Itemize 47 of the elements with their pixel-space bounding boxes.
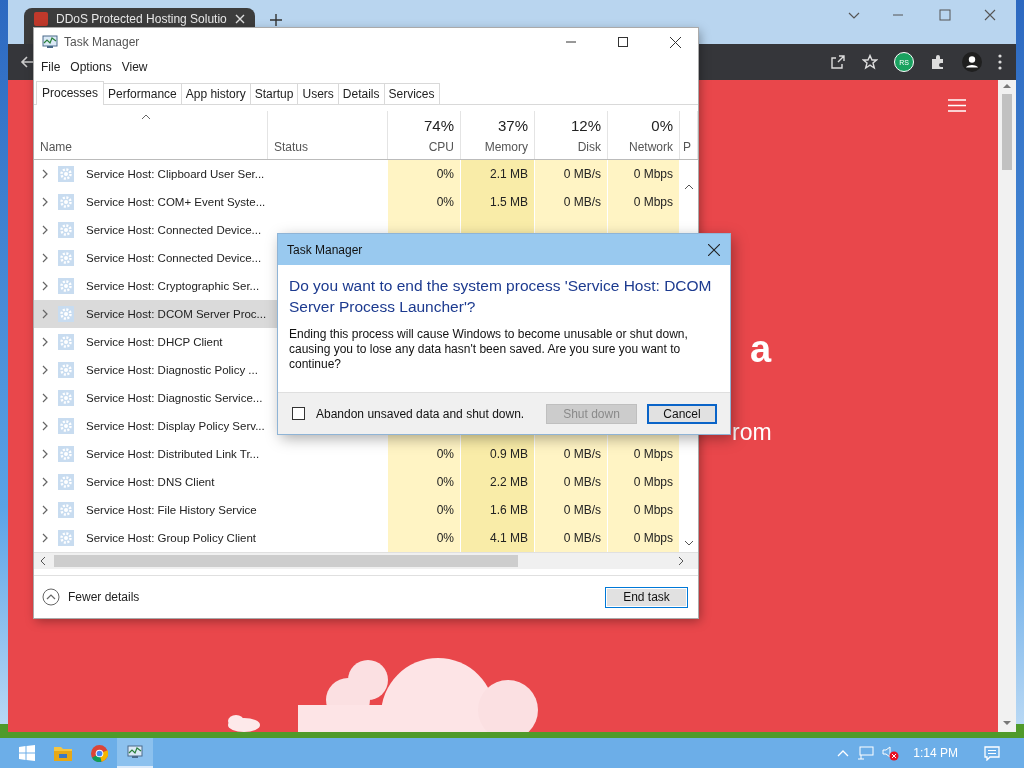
dialog-title: Task Manager bbox=[287, 242, 363, 257]
process-name: Service Host: Distributed Link Tr... bbox=[86, 448, 260, 460]
table-cell: 4.1 MB bbox=[490, 531, 528, 545]
usage-reading: 0% bbox=[651, 117, 673, 134]
dialog-heading: Do you want to end the system process 'Service Host: DCOM Server Process Launcher'? bbox=[289, 276, 713, 317]
process-name: Service Host: DCOM Server Proc... bbox=[86, 308, 267, 320]
table-cell: 0 Mbps bbox=[633, 475, 673, 489]
usage-reading: 12% bbox=[570, 117, 601, 134]
table-cell: 0 Mbps bbox=[633, 531, 673, 545]
process-name: Service Host: DHCP Client bbox=[86, 336, 223, 348]
table-cell: 0 MB/s bbox=[563, 503, 601, 517]
table-cell: 1.5 MB bbox=[490, 195, 528, 209]
process-name: Service Host: Diagnostic Policy ... bbox=[86, 364, 258, 376]
table-cell: 0 Mbps bbox=[633, 447, 673, 461]
process-name: Service Host: DNS Client bbox=[86, 476, 215, 488]
table-cell: 0 MB/s bbox=[563, 167, 601, 181]
process-name: Service Host: Clipboard User Ser... bbox=[86, 168, 265, 180]
table-cell: 0.9 MB bbox=[490, 447, 528, 461]
usage-reading: 74% bbox=[423, 117, 454, 134]
table-cell: 0% bbox=[436, 503, 454, 517]
table-cell: 0 Mbps bbox=[633, 195, 673, 209]
table-cell: 0 MB/s bbox=[563, 195, 601, 209]
table-cell: 0% bbox=[436, 447, 454, 461]
table-cell: 1.6 MB bbox=[490, 503, 528, 517]
process-name: Service Host: Connected Device... bbox=[86, 224, 262, 236]
table-cell: 0% bbox=[436, 195, 454, 209]
table-cell: 0 Mbps bbox=[633, 503, 673, 517]
page-subheading: rom bbox=[732, 419, 772, 446]
dialog-message: Ending this process will cause Windows to become unusable or shut down, causing you to lose any data hasn't been saved. Are you sure you want to continue? bbox=[289, 327, 689, 372]
table-cell: 0 Mbps bbox=[633, 167, 673, 181]
process-name: Service Host: Connected Device... bbox=[86, 252, 262, 264]
table-cell: 0% bbox=[436, 167, 454, 181]
table-cell: 0 MB/s bbox=[563, 447, 601, 461]
process-name: Service Host: File History Service bbox=[86, 504, 257, 516]
page-heading: a bbox=[750, 328, 772, 371]
process-name: Service Host: Group Policy Client bbox=[86, 532, 256, 544]
usage-reading: 37% bbox=[497, 117, 528, 134]
table-cell: 0% bbox=[436, 531, 454, 545]
table-cell: 0 MB/s bbox=[563, 475, 601, 489]
process-name: Service Host: Cryptographic Ser... bbox=[86, 280, 260, 292]
table-cell: 2.2 MB bbox=[490, 475, 528, 489]
process-name: Service Host: Display Policy Serv... bbox=[86, 420, 265, 432]
table-cell: 0 MB/s bbox=[563, 531, 601, 545]
table-cell: 2.1 MB bbox=[490, 167, 528, 181]
process-name: Service Host: COM+ Event Syste... bbox=[86, 196, 266, 208]
process-name: Service Host: Diagnostic Service... bbox=[86, 392, 263, 404]
table-cell: 0% bbox=[436, 475, 454, 489]
